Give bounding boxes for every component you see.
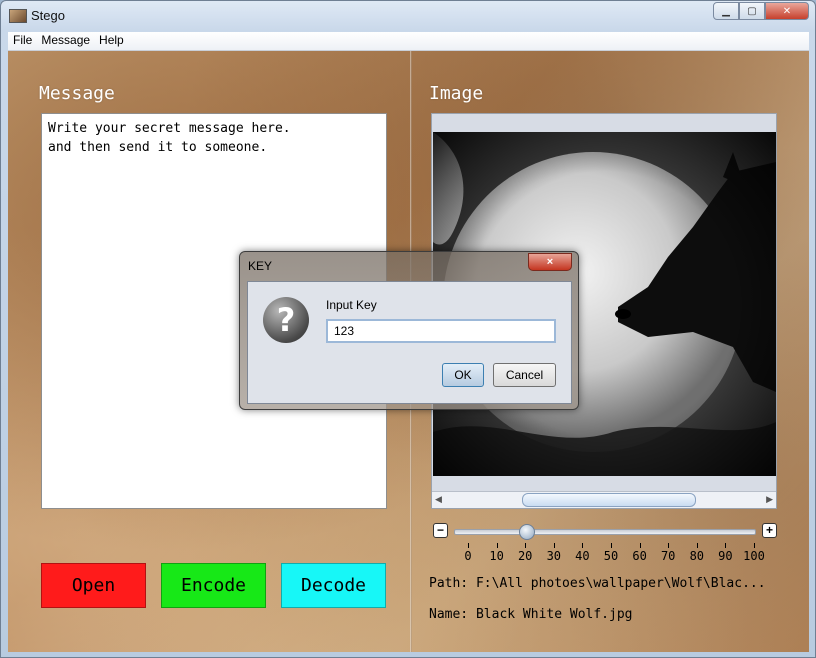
slider-tick-mark	[553, 543, 555, 548]
open-button[interactable]: Open	[41, 563, 146, 608]
scroll-left-icon[interactable]: ◀	[435, 494, 442, 505]
slider-tick-mark	[611, 543, 612, 548]
slider-tick-label: 80	[689, 549, 705, 563]
app-window: Stego ▁ ▢ ✕ File Message Help Message Wr…	[0, 0, 816, 658]
zoom-out-button[interactable]: −	[433, 523, 448, 538]
minimize-button[interactable]: ▁	[713, 2, 739, 20]
maximize-icon: ▢	[747, 5, 757, 17]
slider-tick-mark	[668, 543, 670, 548]
slider-tick-label: 40	[575, 549, 590, 563]
question-icon: ?	[263, 297, 309, 343]
ok-button[interactable]: OK	[442, 363, 484, 387]
slider-tick-label: 70	[660, 549, 676, 563]
slider-tick-mark	[639, 543, 641, 548]
slider-tick-mark	[525, 543, 527, 548]
slider-tick-label: 50	[603, 549, 619, 563]
slider-tick-label: 30	[546, 549, 562, 563]
image-path: Path: F:\All photoes\wallpaper\Wolf\Blac…	[429, 576, 766, 591]
maximize-button[interactable]: ▢	[739, 2, 765, 20]
dialog-title: KEY	[248, 259, 273, 273]
slider-tick-mark	[696, 543, 698, 548]
menu-file[interactable]: File	[8, 32, 36, 50]
close-button[interactable]: ✕	[765, 2, 809, 20]
slider-tick-label: 60	[632, 549, 647, 563]
title-bar: Stego ▁ ▢ ✕	[1, 1, 815, 31]
encode-button[interactable]: Encode	[161, 563, 266, 608]
key-dialog: KEY × ? Input Key 123 OK Cancel	[239, 251, 579, 410]
window-title: Stego	[31, 8, 65, 23]
slider-tick-label: 10	[489, 549, 504, 563]
slider-knob[interactable]	[519, 524, 536, 540]
close-icon: ✕	[782, 5, 792, 17]
input-key-label: Input Key	[326, 298, 377, 312]
slider-tick-mark	[496, 543, 498, 548]
image-scrollbar[interactable]: ◀ ▶	[432, 491, 776, 508]
menu-help[interactable]: Help	[94, 32, 128, 50]
image-name: Name: Black White Wolf.jpg	[429, 607, 633, 622]
message-title: Message	[39, 83, 115, 104]
app-icon	[9, 9, 27, 23]
scroll-right-icon[interactable]: ▶	[766, 494, 773, 505]
slider-tick-mark	[754, 543, 755, 548]
slider-tick-mark	[468, 543, 469, 548]
image-title: Image	[429, 83, 484, 104]
zoom-in-button[interactable]: +	[762, 523, 777, 538]
slider-tick-mark	[582, 543, 584, 548]
slider-ticks: 0 10 20 30 40 50 60 70 80 90 100	[431, 543, 777, 563]
cancel-button[interactable]: Cancel	[493, 363, 556, 387]
menu-bar: File Message Help	[8, 32, 809, 51]
slider-tick-label: 100	[743, 549, 765, 563]
window-controls: ▁ ▢ ✕	[713, 2, 809, 20]
zoom-slider: − + 0 10 20 30 40 50 60 70 80 90 100	[431, 521, 777, 563]
slider-tick-label: 90	[718, 549, 733, 563]
key-input[interactable]: 123	[326, 319, 556, 343]
scroll-thumb[interactable]	[522, 493, 696, 507]
dialog-body: ? Input Key 123 OK Cancel	[247, 281, 572, 404]
slider-tick-mark	[725, 543, 727, 548]
slider-tick-label: 20	[517, 549, 533, 563]
slider-track[interactable]	[454, 524, 756, 540]
dialog-close-button[interactable]: ×	[528, 253, 572, 271]
decode-button[interactable]: Decode	[281, 563, 386, 608]
slider-tick-label: 0	[464, 549, 472, 563]
close-icon: ×	[546, 256, 554, 268]
minimize-icon: ▁	[722, 5, 730, 17]
menu-message[interactable]: Message	[36, 32, 94, 50]
